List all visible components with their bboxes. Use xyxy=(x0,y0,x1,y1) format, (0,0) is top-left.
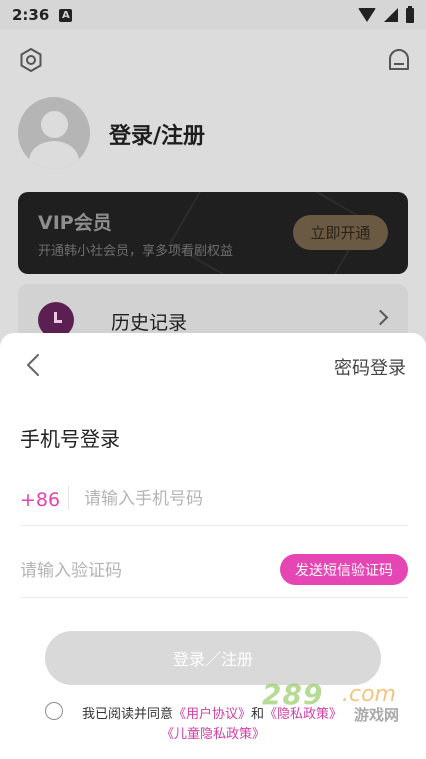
settings-icon[interactable] xyxy=(18,47,44,73)
vip-subtitle: 开通韩小社会员，享多项看剧权益 xyxy=(38,244,234,259)
login-register-button[interactable]: 登录／注册 xyxy=(45,631,381,685)
wifi-icon xyxy=(358,8,376,22)
vip-open-button[interactable]: 立即开通 xyxy=(293,215,388,250)
notification-icon: A xyxy=(59,8,73,22)
agreement-line-2: 《儿童隐私政策》 xyxy=(0,723,426,742)
history-label: 历史记录 xyxy=(111,312,188,334)
divider xyxy=(68,486,69,510)
watermark-text: 游戏网 xyxy=(354,706,400,724)
privacy-policy-link[interactable]: 《隐私政策》 xyxy=(264,707,342,722)
login-sheet: 密码登录 手机号登录 +86 发送短信验证码 登录／注册 我已阅读并同意《用户协… xyxy=(0,333,426,759)
battery-icon xyxy=(406,5,414,23)
agreement-and: 和 xyxy=(251,707,265,722)
agreement-text: 我已阅读并同意《用户协议》和《隐私政策》 xyxy=(82,703,342,722)
country-code[interactable]: +86 xyxy=(20,489,60,511)
signal-icon xyxy=(384,8,398,22)
verification-code-input[interactable] xyxy=(20,556,260,586)
status-bar: 2:36 A xyxy=(0,0,426,30)
sheet-title: 手机号登录 xyxy=(20,427,120,451)
send-code-button[interactable]: 发送短信验证码 xyxy=(280,554,408,585)
message-icon[interactable] xyxy=(386,47,412,73)
avatar[interactable] xyxy=(18,97,90,169)
children-privacy-policy-link[interactable]: 《儿童隐私政策》 xyxy=(161,727,265,742)
password-login-link[interactable]: 密码登录 xyxy=(334,354,406,380)
login-register-title[interactable]: 登录/注册 xyxy=(109,118,205,150)
phone-row: +86 xyxy=(20,478,408,526)
status-icons xyxy=(358,5,414,23)
agreement-prefix: 我已阅读并同意 xyxy=(82,707,174,722)
user-agreement-link[interactable]: 《用户协议》 xyxy=(173,707,251,722)
status-time: 2:36 xyxy=(12,6,50,24)
chevron-right-icon xyxy=(372,309,389,326)
vip-title: VIP会员 xyxy=(38,212,112,234)
back-icon[interactable] xyxy=(22,350,46,380)
code-row: 发送短信验证码 xyxy=(20,550,408,598)
agreement-checkbox[interactable] xyxy=(45,702,63,720)
phone-input[interactable] xyxy=(84,484,394,514)
watermark-domain: .com xyxy=(342,682,396,707)
vip-card[interactable]: VIP会员 开通韩小社会员，享多项看剧权益 立即开通 xyxy=(18,192,408,274)
